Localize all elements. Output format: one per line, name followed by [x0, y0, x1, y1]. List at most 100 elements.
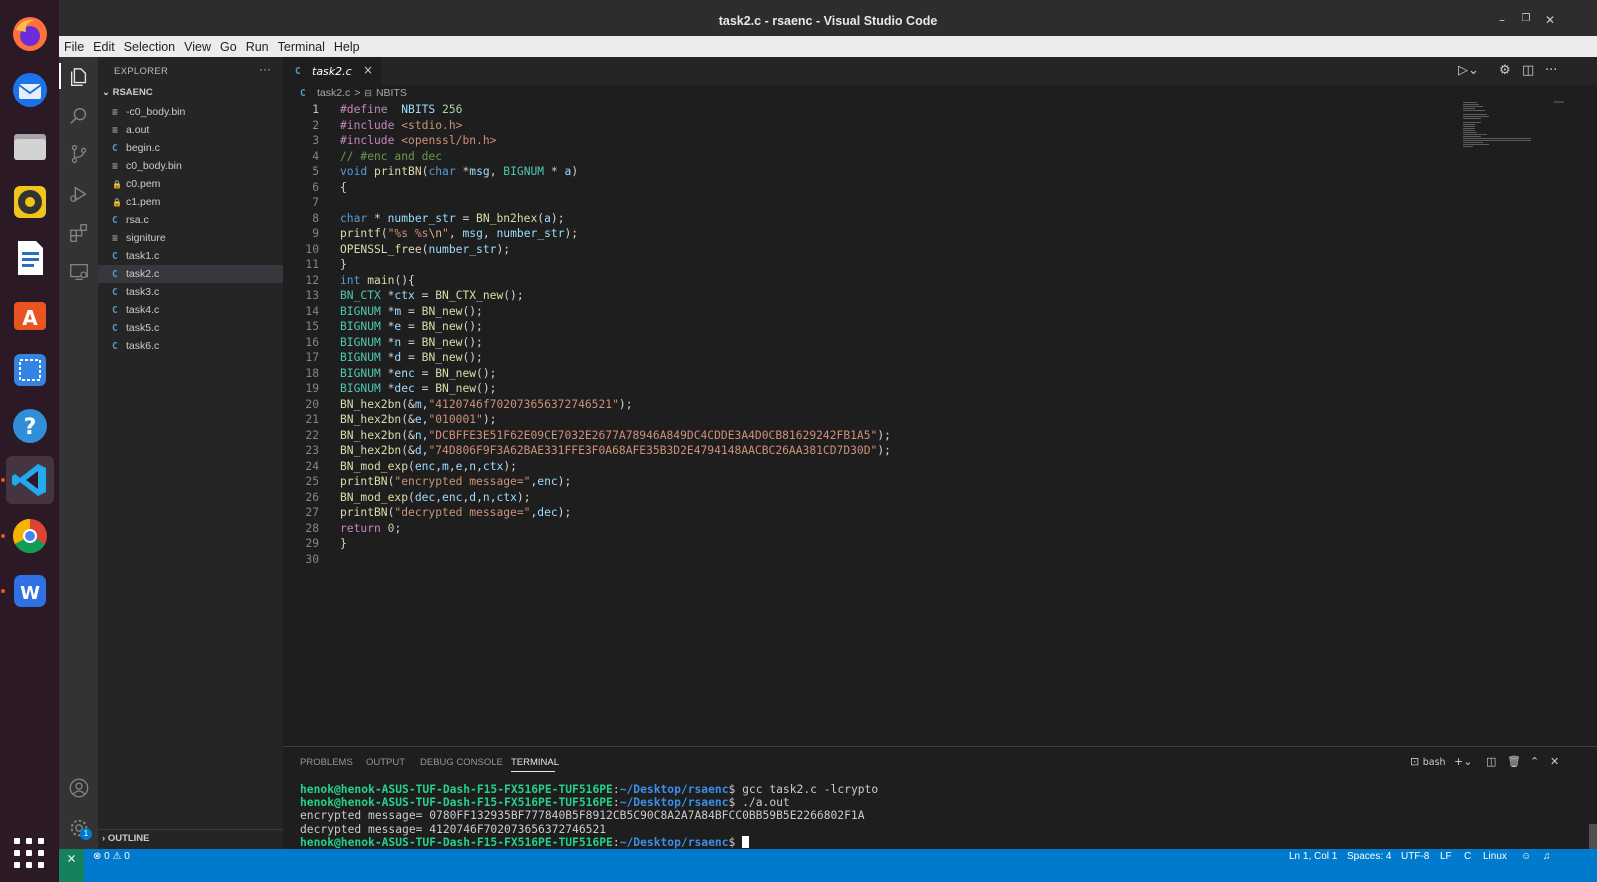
terminal-shell-selector[interactable]: ⊡ bash: [1410, 755, 1446, 768]
language-mode[interactable]: C: [1464, 851, 1471, 862]
help-icon[interactable]: ?: [6, 402, 54, 450]
menu-file[interactable]: File: [64, 40, 84, 54]
code-line[interactable]: 10 OPENSSL_free(number_str);: [283, 243, 1463, 259]
screenshot-icon[interactable]: [6, 346, 54, 394]
end-of-line[interactable]: LF: [1440, 851, 1452, 862]
menu-view[interactable]: View: [184, 40, 211, 54]
outline-section[interactable]: › OUTLINE: [102, 833, 150, 844]
code-line[interactable]: 17 BIGNUM *d = BN_new();: [283, 351, 1463, 367]
file-task4-c[interactable]: Ctask4.c: [98, 301, 283, 319]
bell-icon[interactable]: ♫: [1543, 851, 1551, 862]
settings-icon[interactable]: ⚙: [1499, 63, 1511, 78]
file-a-out[interactable]: ≡ a.out: [98, 121, 283, 139]
remote-explorer-icon[interactable]: [68, 261, 90, 283]
source-control-icon[interactable]: [68, 143, 90, 165]
code-line[interactable]: 1 #define NBITS 256: [283, 103, 1463, 119]
software-icon[interactable]: A: [6, 290, 54, 338]
minimize-icon[interactable]: –: [1494, 13, 1510, 29]
file-c1-pem[interactable]: 🔒 c1.pem: [98, 193, 283, 211]
code-line[interactable]: 6{: [283, 181, 1463, 197]
split-editor-icon[interactable]: ◫: [1522, 63, 1534, 78]
extensions-icon[interactable]: [68, 222, 90, 244]
wps-icon[interactable]: W: [6, 567, 54, 615]
code-line[interactable]: 3 #include <openssl/bn.h>: [283, 134, 1463, 150]
tab-debug-console[interactable]: DEBUG CONSOLE: [420, 757, 503, 768]
menu-help[interactable]: Help: [334, 40, 360, 54]
maximize-panel-icon[interactable]: ⌃: [1530, 755, 1539, 768]
restore-icon[interactable]: ❐: [1518, 13, 1534, 29]
code-line[interactable]: 29}: [283, 537, 1463, 553]
tab-task2-c[interactable]: C task2.c ×: [283, 57, 381, 85]
code-line[interactable]: 19 BIGNUM *dec = BN_new();: [283, 382, 1463, 398]
code-line[interactable]: 11}: [283, 258, 1463, 274]
run-debug-icon[interactable]: [68, 183, 90, 205]
code-line[interactable]: 5 void printBN(char *msg, BIGNUM * a): [283, 165, 1463, 181]
code-line[interactable]: 24 BN_mod_exp(enc,m,e,n,ctx);: [283, 460, 1463, 476]
code-line[interactable]: 14 BIGNUM *m = BN_new();: [283, 305, 1463, 321]
tab-output[interactable]: OUTPUT: [366, 757, 405, 768]
menu-go[interactable]: Go: [220, 40, 237, 54]
file-task6-c[interactable]: Ctask6.c: [98, 337, 283, 355]
more-icon[interactable]: ···: [1545, 63, 1557, 78]
menu-selection[interactable]: Selection: [124, 40, 175, 54]
search-icon[interactable]: [68, 105, 90, 127]
tab-terminal[interactable]: TERMINAL: [511, 757, 559, 768]
code-line[interactable]: 15 BIGNUM *e = BN_new();: [283, 320, 1463, 336]
platform[interactable]: Linux: [1483, 851, 1507, 862]
feedback-icon[interactable]: ☺: [1521, 851, 1531, 862]
code-line[interactable]: 9 printf("%s %s\n", msg, number_str);: [283, 227, 1463, 243]
code-line[interactable]: 18 BIGNUM *enc = BN_new();: [283, 367, 1463, 383]
indentation[interactable]: Spaces: 4: [1347, 851, 1391, 862]
writer-icon[interactable]: [6, 234, 54, 282]
close-window-icon[interactable]: ✕: [1542, 13, 1558, 29]
menu-run[interactable]: Run: [246, 40, 269, 54]
code-line[interactable]: 16 BIGNUM *n = BN_new();: [283, 336, 1463, 352]
file-c0-body-bin[interactable]: ≡ c0_body.bin: [98, 157, 283, 175]
new-terminal-icon[interactable]: +⌄: [1454, 755, 1472, 768]
file-c0-body-bin[interactable]: ≡ -c0_body.bin: [98, 103, 283, 121]
code-line[interactable]: 21 BN_hex2bn(&e,"010001");: [283, 413, 1463, 429]
file-task1-c[interactable]: Ctask1.c: [98, 247, 283, 265]
explorer-icon[interactable]: [68, 66, 90, 88]
code-line[interactable]: 26 BN_mod_exp(dec,enc,d,n,ctx);: [283, 491, 1463, 507]
file-signiture[interactable]: ≡ signiture: [98, 229, 283, 247]
code-line[interactable]: 28 return 0;: [283, 522, 1463, 538]
file-task5-c[interactable]: Ctask5.c: [98, 319, 283, 337]
file-rsa-c[interactable]: Crsa.c: [98, 211, 283, 229]
code-line[interactable]: 13 BN_CTX *ctx = BN_CTX_new();: [283, 289, 1463, 305]
code-line[interactable]: 25 printBN("encrypted message=",enc);: [283, 475, 1463, 491]
remote-icon[interactable]: ⨯: [59, 849, 84, 882]
terminal-scrollbar[interactable]: [1589, 824, 1597, 850]
file-begin-c[interactable]: Cbegin.c: [98, 139, 283, 157]
more-actions-icon[interactable]: ···: [259, 62, 271, 76]
code-line[interactable]: 30: [283, 553, 1463, 569]
firefox-icon[interactable]: [6, 10, 54, 58]
file-task3-c[interactable]: Ctask3.c: [98, 283, 283, 301]
code-line[interactable]: 20 BN_hex2bn(&m,"4120746f7020736563727465…: [283, 398, 1463, 414]
file-c0-pem[interactable]: 🔒 c0.pem: [98, 175, 283, 193]
vscode-icon[interactable]: [6, 456, 54, 504]
code-line[interactable]: 4 // #enc and dec: [283, 150, 1463, 166]
show-apps-button[interactable]: [14, 838, 44, 868]
code-line[interactable]: 12 int main(){: [283, 274, 1463, 290]
rhythmbox-icon[interactable]: [6, 178, 54, 226]
code-line[interactable]: 7: [283, 196, 1463, 212]
run-code-icon[interactable]: ▷⌄: [1458, 63, 1479, 78]
trash-icon[interactable]: 🗑: [1507, 755, 1521, 768]
code-line[interactable]: 23 BN_hex2bn(&d,"74D806F9F3A62BAE331FFE3F…: [283, 444, 1463, 460]
cursor-position[interactable]: Ln 1, Col 1: [1289, 851, 1337, 862]
code-line[interactable]: 2 #include <stdio.h>: [283, 119, 1463, 135]
encoding[interactable]: UTF-8: [1401, 851, 1429, 862]
breadcrumb-symbol[interactable]: NBITS: [376, 87, 407, 99]
split-terminal-icon[interactable]: ◫: [1486, 755, 1496, 768]
code-line[interactable]: 27 printBN("decrypted message=",dec);: [283, 506, 1463, 522]
menu-edit[interactable]: Edit: [93, 40, 115, 54]
close-icon[interactable]: ×: [363, 63, 373, 77]
folder-rsaenc[interactable]: ⌄ RSAENC: [102, 87, 153, 98]
close-panel-icon[interactable]: ✕: [1550, 755, 1559, 768]
chrome-icon[interactable]: [6, 512, 54, 560]
menu-terminal[interactable]: Terminal: [278, 40, 325, 54]
tab-problems[interactable]: PROBLEMS: [300, 757, 353, 768]
problems-count[interactable]: ⊗ 0 ⚠ 0: [93, 851, 130, 862]
code-line[interactable]: 8 char * number_str = BN_bn2hex(a);: [283, 212, 1463, 228]
